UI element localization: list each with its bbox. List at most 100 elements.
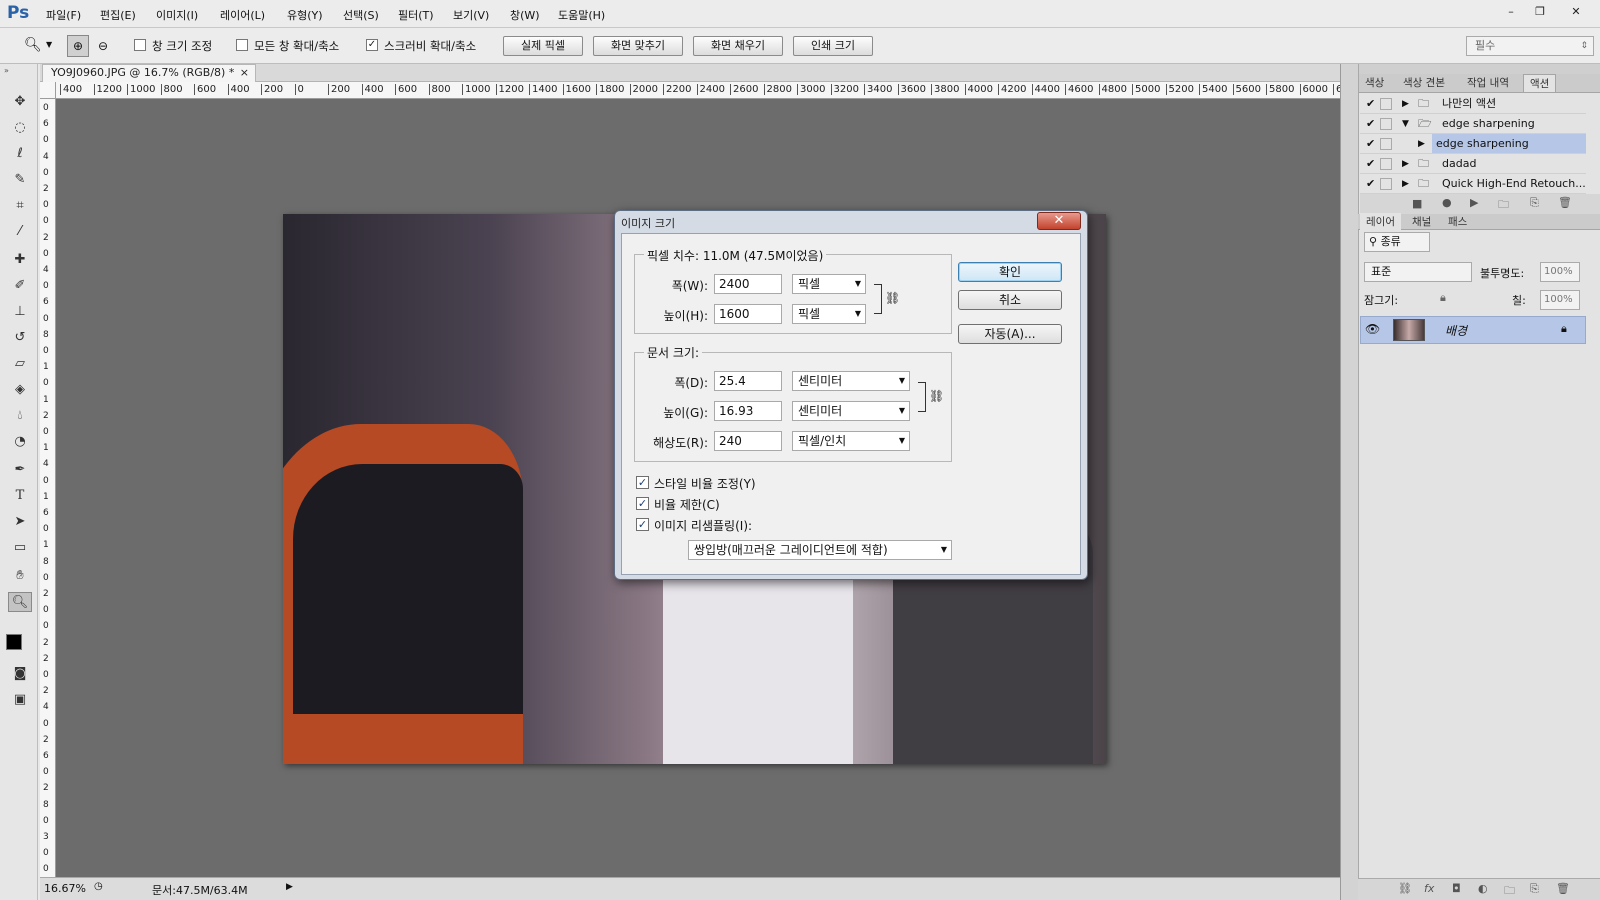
new-layer-icon[interactable]: ⎘ [1530,882,1539,896]
scrubby-zoom-checkbox[interactable]: ✓ [366,39,378,51]
delete-layer-icon[interactable]: 🗑︎ [1556,882,1570,895]
ok-button[interactable]: 확인 [958,262,1062,282]
blend-mode-select[interactable]: 표준 [1364,262,1472,282]
fill-field[interactable]: 100% [1540,290,1580,310]
dialog-toggle[interactable] [1380,178,1392,190]
dialog-toggle[interactable] [1380,158,1392,170]
menu-window[interactable]: 창(W) [510,7,540,23]
chevron-down-icon[interactable]: ▼ [46,40,52,49]
expand-arrow-icon[interactable]: ▶ [1418,134,1425,154]
tab-color[interactable]: 색상 [1359,74,1390,92]
fill-screen-button[interactable]: 화면 채우기 [693,36,783,56]
dialog-toggle[interactable] [1380,98,1392,110]
hand-tool-icon[interactable]: ✋︎ [8,566,32,586]
lock-icon[interactable]: 🔒︎ [1440,291,1446,305]
doc-height-unit-select[interactable]: 센티미터 ▼ [792,401,910,421]
zoom-out-icon[interactable]: ⊖ [92,35,114,57]
eye-icon[interactable]: 👁︎ [1365,322,1380,336]
menu-select[interactable]: 선택(S) [343,7,379,23]
tab-layers[interactable]: 레이어 [1360,213,1401,231]
link-layers-icon[interactable]: ⛓ [1398,882,1412,895]
cancel-button[interactable]: 취소 [958,290,1062,310]
healing-brush-tool-icon[interactable]: ✚ [8,250,32,270]
pen-tool-icon[interactable]: ✒ [8,460,32,480]
status-icon[interactable]: ◷ [94,881,103,892]
tab-channels[interactable]: 채널 [1406,213,1437,231]
tab-swatches[interactable]: 색상 견본 [1397,74,1451,92]
auto-button[interactable]: 자동(A)... [958,324,1062,344]
eraser-tool-icon[interactable]: ▱ [8,354,32,374]
brush-tool-icon[interactable]: ✐ [8,276,32,296]
layer-name[interactable]: 배경 [1445,322,1467,339]
new-action-icon[interactable]: ⎘ [1530,196,1539,210]
play-icon[interactable]: ▶ [1470,196,1478,209]
marquee-tool-icon[interactable]: ◌ [8,118,32,138]
layer-filter-select[interactable]: ⚲ 종류 [1364,232,1430,252]
trash-icon[interactable]: 🗑︎ [1558,196,1572,209]
foreground-color-swatch[interactable] [6,634,22,650]
quick-mask-icon[interactable]: ◙ [8,664,32,684]
document-tab[interactable]: YO9J0960.JPG @ 16.7% (RGB/8) * × [42,64,256,82]
blur-tool-icon[interactable]: 💧︎ [8,406,32,426]
zoom-in-icon[interactable]: ⊕ [67,35,89,57]
resolution-input[interactable]: 240 [714,431,782,451]
menu-image[interactable]: 이미지(I) [156,7,198,23]
pixel-width-unit-select[interactable]: 픽셀 ▼ [792,274,866,294]
new-group-icon[interactable]: 🗀 [1504,882,1515,900]
close-tab-icon[interactable]: × [240,65,249,81]
opacity-field[interactable]: 100% [1540,262,1580,282]
minimize-button[interactable]: – [1497,3,1525,20]
pixel-height-unit-select[interactable]: 픽셀 ▼ [792,304,866,324]
expand-arrow-icon[interactable]: ▶ [1402,94,1409,114]
workspace-switcher[interactable]: 필수 ⇕ [1466,36,1594,56]
lasso-tool-icon[interactable]: ℓ [8,144,32,164]
resample-method-select[interactable]: 쌍입방(매끄러운 그레이디언트에 적합) ▼ [688,540,952,560]
menu-view[interactable]: 보기(V) [453,7,489,23]
zoom-tool-icon[interactable]: 🔍︎ [8,592,32,612]
screen-mode-icon[interactable]: ▣ [8,690,32,710]
horizontal-ruler[interactable]: 400 1200 1000 800 600 400 200 0 200 400 600 800 1000… [56,82,1340,99]
layer-row[interactable]: 👁︎ 배경 🔒︎ [1360,316,1586,344]
tab-history[interactable]: 작업 내역 [1461,74,1515,92]
action-set-row[interactable]: ✔ ▶ 🗀 Quick High-End Retouch... [1360,174,1586,194]
zoom-level[interactable]: 16.67% [44,882,86,895]
action-check-icon[interactable]: ✔ [1366,174,1375,194]
type-tool-icon[interactable]: T [8,486,32,506]
constrain-proportions-checkbox[interactable]: ✓ [636,497,649,510]
pixel-width-input[interactable]: 2400 [714,274,782,294]
paint-bucket-tool-icon[interactable]: ◈ [8,380,32,400]
window-close-button[interactable]: ✕ [1562,3,1590,20]
fit-screen-button[interactable]: 화면 맞추기 [593,36,683,56]
action-row[interactable]: ✔ ▶ edge sharpening [1360,134,1586,154]
history-brush-tool-icon[interactable]: ↺ [8,328,32,348]
doc-width-unit-select[interactable]: 센티미터 ▼ [792,371,910,391]
actual-pixels-button[interactable]: 실제 픽셀 [503,36,583,56]
clone-stamp-tool-icon[interactable]: ⊥ [8,302,32,322]
status-menu-arrow-icon[interactable]: ▶ [286,882,293,892]
menu-filter[interactable]: 필터(T) [398,7,434,23]
resample-image-checkbox[interactable]: ✓ [636,518,649,531]
new-set-icon[interactable]: 🗀 [1498,196,1509,215]
dodge-tool-icon[interactable]: ◔ [8,432,32,452]
move-tool-icon[interactable]: ✥ [8,92,32,112]
restore-button[interactable]: ❐ [1526,3,1554,20]
pixel-height-input[interactable]: 1600 [714,304,782,324]
resize-windows-checkbox[interactable] [134,39,146,51]
action-check-icon[interactable]: ✔ [1366,154,1375,174]
adjustment-layer-icon[interactable]: ◐ [1478,882,1488,895]
quick-select-tool-icon[interactable]: ✎ [8,170,32,190]
record-icon[interactable]: ● [1442,196,1452,209]
path-select-tool-icon[interactable]: ➤ [8,512,32,532]
action-set-row[interactable]: ✔ ▶ 🗀 나만의 액션 [1360,94,1586,114]
stop-icon[interactable]: ■ [1412,197,1422,210]
action-set-row[interactable]: ✔ ▶ 🗀 dadad [1360,154,1586,174]
collapse-arrow-icon[interactable]: ▼ [1402,114,1409,134]
expand-arrow-icon[interactable]: ▶ [1402,154,1409,174]
zoom-all-checkbox[interactable] [236,39,248,51]
dialog-toggle[interactable] [1380,118,1392,130]
fx-icon[interactable]: fx [1424,882,1434,895]
add-mask-icon[interactable]: ◘ [1452,882,1461,895]
vertical-ruler[interactable]: 0 6 0 4 0 2 0 0 2 0 4 0 6 0 8 0 1 0 1 2 0 1 4 0 1 6 0 1 8 0 2 0 0 2 2 0 2 4 0 2… [40,99,56,877]
action-check-icon[interactable]: ✔ [1366,134,1375,154]
collapse-icon[interactable]: » [4,66,9,75]
